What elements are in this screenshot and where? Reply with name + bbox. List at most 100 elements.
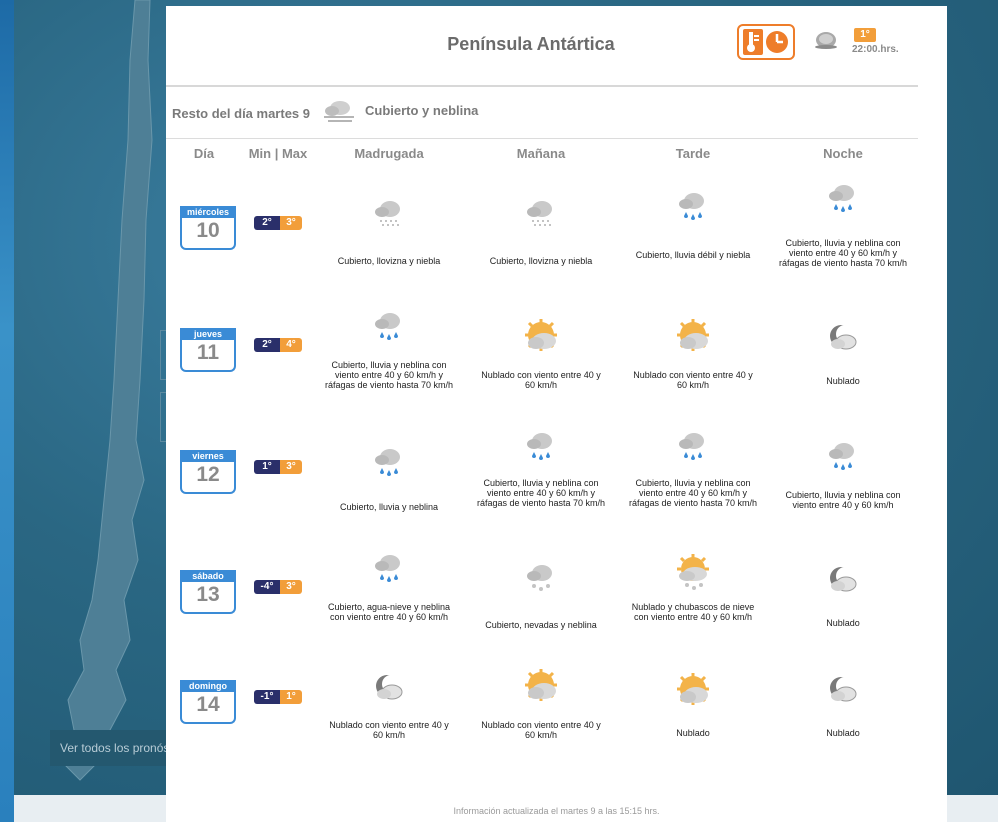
day-row: viernes 12 1° 3° Cubierto, lluvia y nebl… — [166, 433, 926, 562]
slot-text: Cubierto, lluvia y neblina — [339, 502, 439, 512]
day-name: sábado — [180, 570, 236, 582]
temp-min-max: 1° 3° — [254, 460, 302, 474]
column-header-tarde: Tarde — [675, 146, 711, 161]
sun-cloud-icon — [677, 319, 709, 351]
day-name: viernes — [180, 450, 236, 462]
slot-text: Nublado y chubascos de nieve con viento … — [631, 602, 755, 622]
temp-min: 2° — [254, 216, 280, 230]
temp-min-max: 2° 3° — [254, 216, 302, 230]
day-badge[interactable]: viernes 12 — [180, 450, 236, 494]
day-row: jueves 11 2° 4° Cubierto, lluvia y nebli… — [166, 313, 926, 440]
rain-icon — [829, 185, 854, 212]
current-temperature-badge: 1° — [854, 28, 876, 42]
day-row: sábado 13 -4° 3° Cubierto, agua-nieve y … — [166, 554, 926, 682]
day-name: domingo — [180, 680, 236, 692]
rain-icon — [679, 433, 704, 460]
temp-min: 1° — [254, 460, 280, 474]
temp-min: -1° — [254, 690, 280, 704]
rain-icon — [375, 313, 400, 340]
column-header-manana: Mañana — [516, 146, 566, 161]
slot-text: Cubierto, lluvia y neblina con viento en… — [476, 478, 606, 508]
satellite-globe-icon[interactable] — [814, 30, 838, 50]
divider — [166, 85, 918, 87]
moon-cloud-icon — [376, 675, 403, 700]
slot-madrugada: Cubierto, lluvia y neblina — [324, 442, 454, 512]
drizzle-icon — [375, 201, 400, 226]
sun-cloud-icon — [677, 673, 709, 705]
temp-min-max: 2° 4° — [254, 338, 302, 352]
slot-text: Nublado con viento entre 40 y 60 km/h — [481, 720, 601, 740]
rain-icon — [829, 443, 854, 470]
slot-text: Cubierto, nevadas y neblina — [485, 620, 597, 630]
day-badge[interactable]: miércoles 10 — [180, 206, 236, 250]
moon-cloud-icon — [830, 677, 857, 702]
slot-tarde: Cubierto, lluvia débil y niebla — [628, 193, 758, 260]
slot-madrugada: Cubierto, lluvia y neblina con viento en… — [324, 313, 454, 390]
slot-tarde: Nublado — [628, 672, 758, 738]
page-left-strip — [0, 0, 14, 822]
day-number: 13 — [196, 583, 220, 606]
column-header-dia: Día — [193, 146, 215, 161]
moon-cloud-icon — [830, 567, 857, 592]
slot-text: Cubierto, lluvia y neblina con viento en… — [628, 478, 758, 508]
slot-manana: Cubierto, nevadas y neblina — [476, 562, 606, 630]
slot-text: Cubierto, lluvia y neblina con viento en… — [324, 360, 454, 390]
slot-tarde: Nublado con viento entre 40 y 60 km/h — [628, 319, 758, 390]
temp-min: -4° — [254, 580, 280, 594]
slot-text: Cubierto, agua-nieve y neblina con vient… — [327, 602, 451, 622]
slot-text: Nublado — [676, 728, 710, 738]
rain-icon — [679, 193, 704, 220]
slot-text: Nublado con viento entre 40 y 60 km/h — [633, 370, 753, 390]
sun-cloud-icon — [525, 669, 557, 701]
column-header-minmax: Min | Max — [248, 146, 308, 161]
column-header-noche: Noche — [823, 146, 863, 161]
fog-cloud-icon — [324, 101, 354, 122]
forecast-modal: Península Antártica 1° 22:00.hrs. Resto … — [166, 6, 947, 822]
snow-icon — [527, 565, 552, 591]
current-time: 22:00.hrs. — [852, 44, 899, 55]
column-header-madrugada: Madrugada — [354, 146, 424, 161]
slot-manana: Nublado con viento entre 40 y 60 km/h — [476, 319, 606, 390]
slot-manana: Nublado con viento entre 40 y 60 km/h — [476, 669, 606, 740]
slot-text: Cubierto, lluvia y neblina con viento en… — [785, 490, 901, 510]
slot-tarde: Nublado y chubascos de nieve con viento … — [628, 554, 758, 622]
slot-noche: Nublado — [778, 320, 908, 386]
day-number: 10 — [196, 219, 220, 242]
rest-of-day-label: Resto del día martes 9 — [172, 106, 310, 121]
slot-noche: Nublado — [778, 562, 908, 628]
rest-of-day-condition: Cubierto y neblina — [365, 103, 479, 118]
day-badge[interactable]: sábado 13 — [180, 570, 236, 614]
day-number: 11 — [196, 341, 220, 364]
sun-cloud-icon — [525, 319, 557, 351]
slot-text: Nublado — [826, 728, 860, 738]
moon-cloud-icon — [830, 325, 857, 350]
rain-icon — [375, 555, 400, 582]
day-number: 14 — [196, 693, 220, 716]
temp-max: 3° — [280, 580, 302, 594]
temp-min-max: -1° 1° — [254, 690, 302, 704]
temp-min-max: -4° 3° — [254, 580, 302, 594]
rain-icon — [375, 449, 400, 476]
slot-noche: Nublado — [778, 672, 908, 738]
slot-text: Nublado — [826, 376, 860, 386]
day-badge[interactable]: domingo 14 — [180, 680, 236, 724]
slot-madrugada: Cubierto, llovizna y niebla — [324, 198, 454, 266]
day-badge[interactable]: jueves 11 — [180, 328, 236, 372]
slot-text: Cubierto, lluvia y neblina con viento en… — [778, 238, 908, 268]
thermometer-clock-icon — [743, 29, 788, 55]
view-all-forecasts-link[interactable]: Ver todos los pronósticos — [50, 730, 170, 766]
day-number: 12 — [196, 463, 220, 486]
temp-min: 2° — [254, 338, 280, 352]
slot-tarde: Cubierto, lluvia y neblina con viento en… — [628, 433, 758, 508]
slot-text: Nublado con viento entre 40 y 60 km/h — [329, 720, 449, 740]
day-row: miércoles 10 2° 3° Cubierto, llovizna y … — [166, 185, 926, 318]
sun-snow-icon — [677, 554, 709, 590]
temperature-time-toggle[interactable] — [737, 24, 795, 60]
temp-max: 3° — [280, 460, 302, 474]
divider — [166, 138, 918, 139]
temp-max: 3° — [280, 216, 302, 230]
slot-manana: Cubierto, lluvia y neblina con viento en… — [476, 433, 606, 508]
slot-text: Cubierto, llovizna y niebla — [337, 256, 441, 266]
slot-text: Cubierto, llovizna y niebla — [489, 256, 593, 266]
day-name: jueves — [180, 328, 236, 340]
